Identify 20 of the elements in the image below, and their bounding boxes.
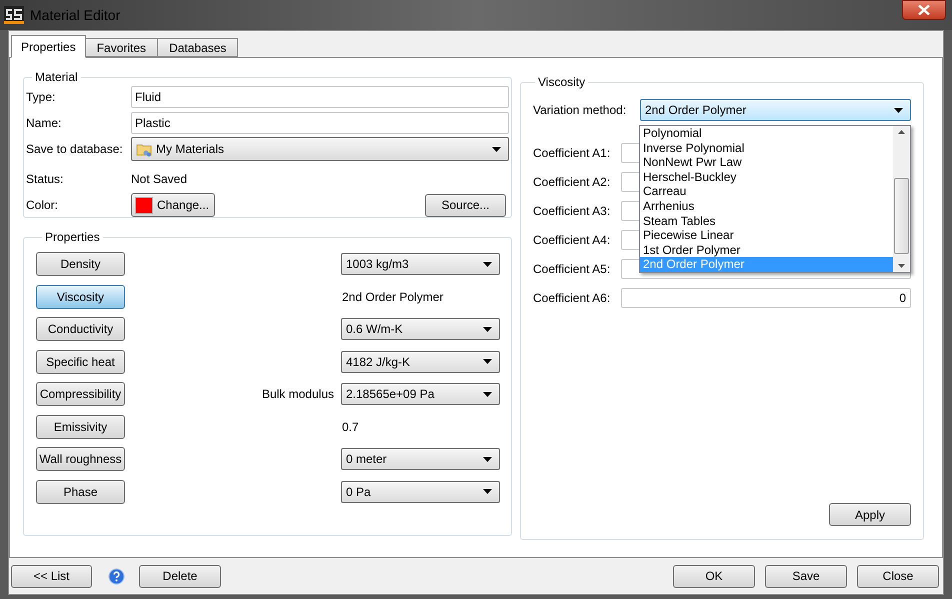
field-label: Color: [26, 197, 60, 214]
group-title: Properties [44, 229, 101, 246]
field-label: Coefficient A1: [533, 145, 612, 162]
field-label: Coefficient A5: [533, 261, 612, 278]
status-text: Not Saved [131, 171, 188, 188]
field-label: Coefficient A2: [533, 174, 612, 191]
group-title: Material [34, 69, 79, 86]
value-text: 2nd Order Polymer [341, 288, 444, 306]
field-label: Name: [26, 115, 62, 132]
field-label: Bulk modulus [262, 386, 334, 403]
field-label: Type: [26, 89, 56, 106]
field-label: Save to database: [26, 141, 124, 158]
window-title: Material Editor [30, 6, 120, 24]
value-text: 0.7 [341, 418, 360, 436]
field-label: Status: [26, 171, 64, 188]
field-label: Coefficient A3: [533, 203, 612, 220]
field-label: Variation method: [533, 102, 628, 119]
field-label: Coefficient A6: [533, 290, 612, 307]
field-label: Coefficient A4: [533, 232, 612, 249]
group-title: Viscosity [537, 74, 586, 91]
